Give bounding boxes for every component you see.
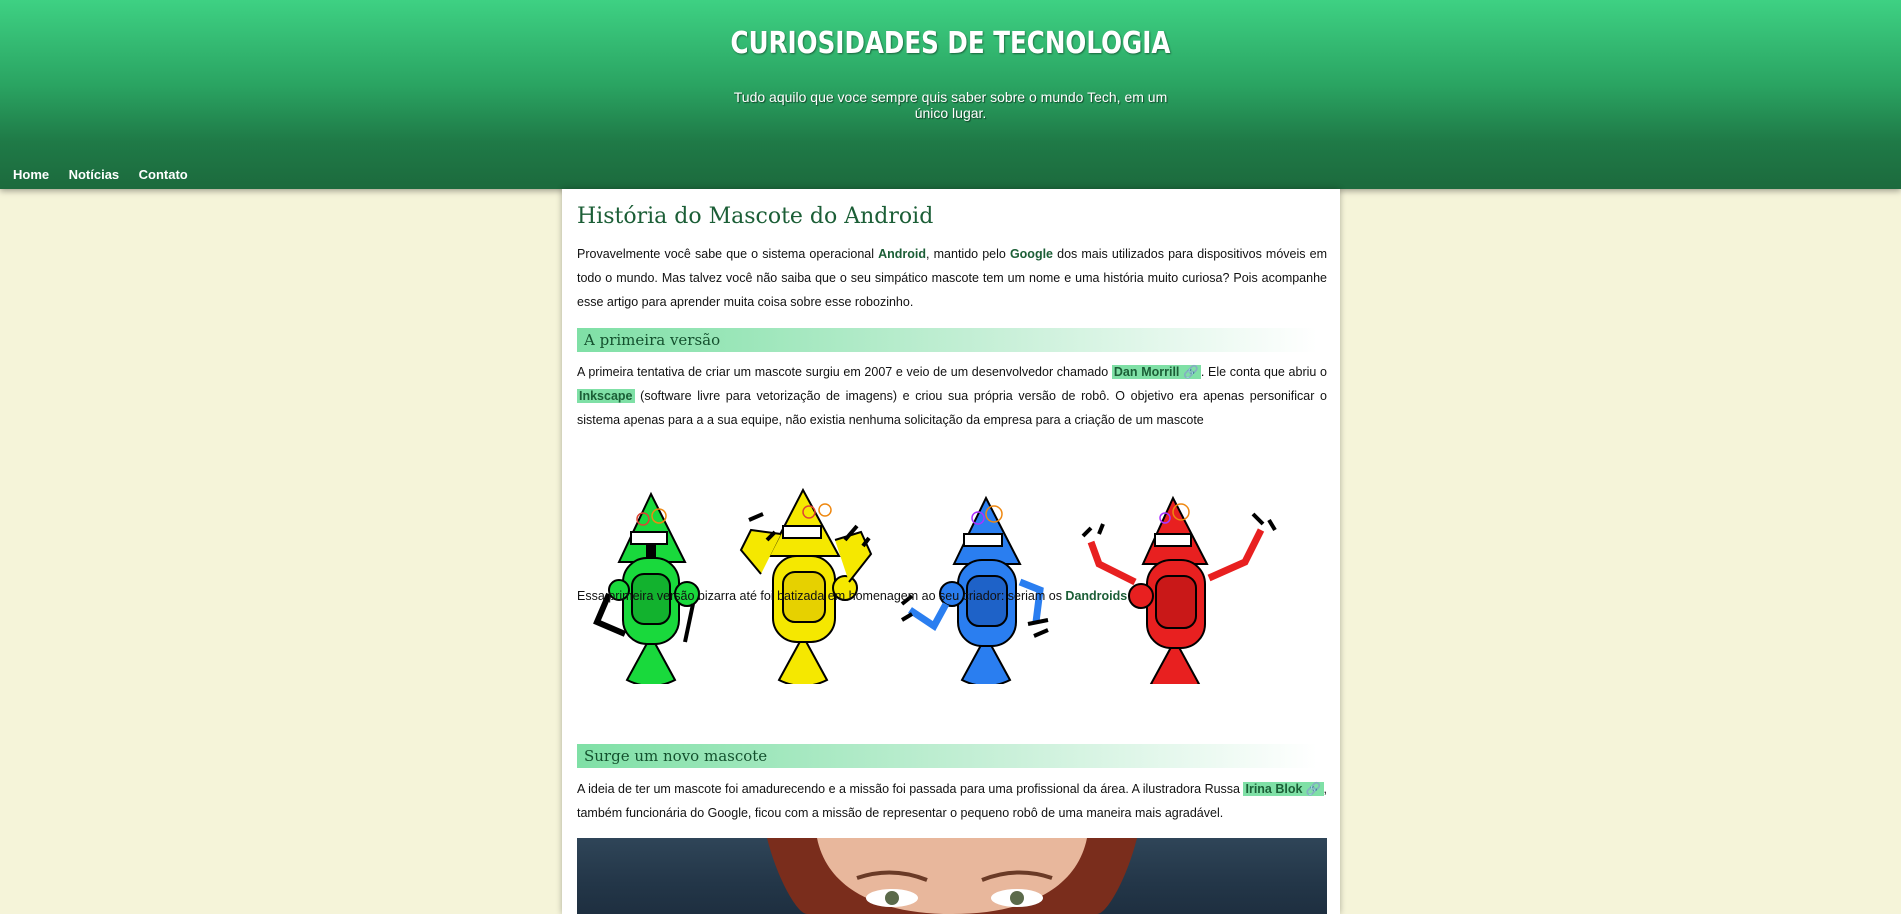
paragraph-text: Essa primeira versão bizarra até foi bat… [577, 589, 1066, 603]
article-container: História do Mascote do Android Provavelm… [562, 189, 1340, 914]
section-heading-novo-mascote: Surge um novo mascote [577, 744, 1317, 768]
section1-paragraph-2: Essa primeira versão bizarra até foi bat… [577, 584, 1327, 608]
paragraph-text: (software livre para vetorização de imag… [577, 389, 1327, 427]
link-dan-morrill[interactable]: Dan Morrill 🔗 [1111, 365, 1201, 379]
nav-item-contato[interactable]: Contato [139, 167, 188, 182]
site-title: CURIOSIDADES DE TECNOLOGIA [730, 26, 1171, 61]
site-tagline: Tudo aquilo que voce sempre quis saber s… [733, 89, 1168, 121]
irina-blok-photo [577, 838, 1327, 914]
nav-item-home[interactable]: Home [13, 167, 49, 182]
intro-text: , mantido pelo [926, 247, 1010, 261]
link-dandroids[interactable]: Dandroids [1065, 589, 1127, 603]
site-header: CURIOSIDADES DE TECNOLOGIA Tudo aquilo q… [0, 0, 1901, 189]
paragraph-text: A ideia de ter um mascote foi amadurecen… [577, 782, 1244, 796]
intro-text: Provavelmente você sabe que o sistema op… [577, 247, 879, 261]
link-android[interactable]: Android [878, 247, 926, 261]
main-nav: Home Notícias Contato [13, 166, 203, 184]
section-heading-primeira-versao: A primeira versão [577, 328, 1317, 352]
paragraph-text: A primeira tentativa de criar um mascote… [577, 365, 1112, 379]
paragraph-text: . Ele conta que abriu o [1200, 365, 1327, 379]
section1-paragraph: A primeira tentativa de criar um mascote… [577, 360, 1327, 432]
link-inkscape[interactable]: Inkscape [577, 389, 635, 403]
nav-item-noticias[interactable]: Notícias [69, 167, 120, 182]
link-google[interactable]: Google [1010, 247, 1053, 261]
dandroids-image [593, 487, 1277, 684]
link-irina-blok[interactable]: Irina Blok 🔗 [1243, 782, 1324, 796]
intro-paragraph: Provavelmente você sabe que o sistema op… [577, 242, 1327, 314]
article-title: História do Mascote do Android [577, 204, 934, 229]
paragraph-text: . [1127, 589, 1131, 603]
section2-paragraph: A ideia de ter um mascote foi amadurecen… [577, 777, 1327, 825]
